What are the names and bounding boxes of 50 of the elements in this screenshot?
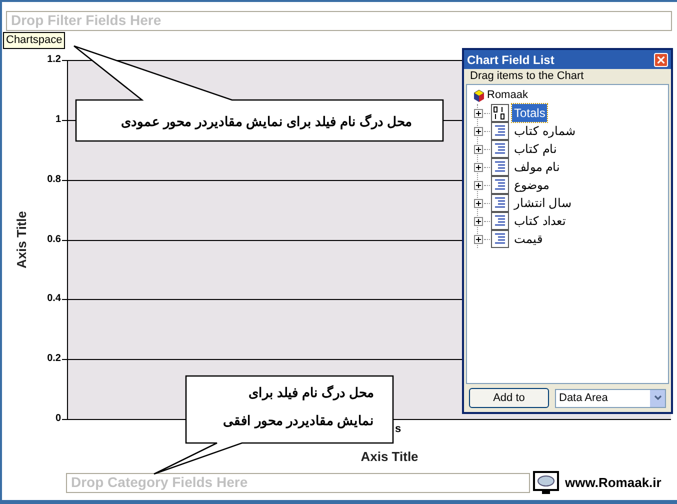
expand-icon[interactable]: [474, 162, 483, 172]
tree-item[interactable]: نام کتاب: [512, 140, 558, 158]
website-text: www.Romaak.ir: [565, 474, 662, 492]
tree-item[interactable]: تعداد کتاب: [512, 212, 568, 230]
add-to-button[interactable]: Add to: [469, 388, 549, 408]
callout-text: نمایش مقادیردر محور افقی: [223, 412, 374, 430]
filter-drop-field[interactable]: Drop Filter Fields Here: [6, 10, 672, 30]
list-icon: [491, 212, 509, 230]
y-axis-title: Axis Title: [13, 211, 30, 269]
expand-icon[interactable]: [474, 126, 483, 136]
binary-icon: [491, 104, 509, 122]
y-tick-label: 0.6: [47, 234, 61, 244]
logo-icon: [533, 470, 559, 494]
y-tick-label: 0.4: [47, 294, 61, 304]
expand-icon[interactable]: [474, 144, 483, 154]
y-tick-label: 0.2: [47, 354, 61, 364]
tree-item[interactable]: سال انتشار: [512, 194, 574, 212]
tree-root-label[interactable]: Romaak: [487, 87, 528, 104]
callout-text: محل درگ نام فیلد برای نمایش مقادیردر محور عمودی: [120, 113, 412, 132]
y-tick-label: 1.2: [47, 55, 61, 65]
list-icon: [491, 176, 509, 194]
x-axis-title: Axis Title: [360, 448, 418, 466]
callout-text: محل درگ نام فیلد برای: [248, 384, 374, 402]
expand-icon[interactable]: [474, 198, 483, 208]
tree-item[interactable]: شماره کتاب: [512, 122, 578, 140]
y-tick-label: 1: [55, 114, 61, 125]
expand-icon[interactable]: [474, 180, 483, 190]
list-icon: [491, 230, 509, 248]
chevron-down-icon: [654, 395, 662, 401]
list-icon: [491, 158, 509, 176]
area-dropdown[interactable]: Data Area: [555, 388, 666, 408]
list-icon: [491, 194, 509, 212]
list-icon: [491, 140, 509, 158]
y-tick-label: 0.8: [47, 174, 61, 185]
y-tick-label: 0: [55, 414, 61, 424]
tooltip: Chartspace: [3, 32, 66, 49]
tree-item[interactable]: Totals: [512, 104, 548, 122]
tree-item[interactable]: نام مولف: [512, 158, 562, 176]
close-button[interactable]: [654, 52, 668, 66]
expand-icon[interactable]: [474, 234, 483, 244]
tree-item[interactable]: موضوع: [512, 176, 551, 194]
x-category-label: s: [395, 424, 402, 435]
cube-icon: [473, 88, 485, 102]
window-title: Chart Field List: [467, 52, 554, 68]
tree-item[interactable]: قیمت: [512, 230, 545, 248]
expand-icon[interactable]: [474, 216, 483, 226]
expand-icon[interactable]: [474, 108, 483, 118]
category-drop-field[interactable]: Drop Category Fields Here: [66, 472, 530, 492]
close-icon: [657, 56, 665, 64]
list-icon: [491, 122, 509, 140]
